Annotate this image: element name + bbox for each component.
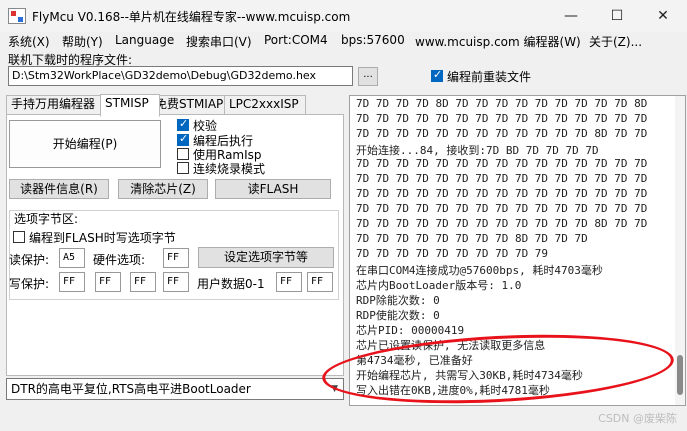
minimize-button[interactable]: — <box>548 0 594 32</box>
hw-option-field[interactable]: FF <box>163 248 189 268</box>
read-protect-field[interactable]: A5 <box>59 248 85 268</box>
file-path-input[interactable]: D:\Stm32WorkPlace\GD32demo\Debug\GD32dem… <box>8 66 353 86</box>
log-line: 在串口COM4连接成功@57600bps, 耗时4703毫秒 <box>356 264 603 277</box>
write-protect-field-4[interactable]: FF <box>163 272 189 292</box>
log-line: 7D 7D 7D 7D 7D 7D 7D 7D 7D 7D 7D 7D 7D 7… <box>356 112 648 125</box>
continuous-checkbox[interactable] <box>177 162 189 174</box>
menu-programmer[interactable]: www.mcuisp.com 编程器(W) <box>415 33 581 50</box>
tab-strip: 手持万用编程器 STMISP 免费STMIAP LPC2xxxISP <box>6 94 344 117</box>
log-line: 7D 7D 7D 7D 7D 7D 7D 7D 8D 7D 7D 7D <box>356 232 588 245</box>
log-line: 7D 7D 7D 7D 7D 7D 7D 7D 7D 7D 7D 7D 7D 7… <box>356 157 648 170</box>
tab-free-stmiap[interactable]: 免费STMIAP <box>150 95 234 116</box>
set-option-bytes-button[interactable]: 设定选项字节等 <box>198 247 334 268</box>
menu-about[interactable]: 关于(Z)... <box>589 33 642 50</box>
hw-option-label: 硬件选项: <box>93 253 146 267</box>
run-after-checkbox[interactable] <box>177 132 189 146</box>
maximize-button[interactable]: ☐ <box>594 0 640 32</box>
window-title: FlyMcu V0.168--单片机在线编程专家--www.mcuisp.com <box>32 10 351 24</box>
reset-mode-select[interactable]: DTR的高电平复位,RTS高电平进BootLoader ▼ <box>6 378 344 400</box>
reset-mode-value: DTR的高电平复位,RTS高电平进BootLoader <box>11 382 251 396</box>
menu-search-port[interactable]: 搜索串口(V) <box>186 33 252 50</box>
watermark: CSDN @废柴陈 <box>598 412 677 425</box>
tab-handheld-programmer[interactable]: 手持万用编程器 <box>6 95 110 116</box>
ramisp-checkbox[interactable] <box>177 148 189 160</box>
read-info-button[interactable]: 读器件信息(R) <box>9 179 109 199</box>
menu-bar: 系统(X) 帮助(Y) Language 搜索串口(V) Port:COM4 b… <box>0 32 687 50</box>
verify-checkbox[interactable] <box>177 117 189 131</box>
user-data-field-0[interactable]: FF <box>276 272 302 292</box>
write-protect-label: 写保护: <box>9 277 50 291</box>
continuous-label: 连续烧录模式 <box>193 162 266 176</box>
status-bar <box>0 407 687 431</box>
write-protect-field-3[interactable]: FF <box>130 272 156 292</box>
menu-system[interactable]: 系统(X) <box>8 33 50 50</box>
log-line: 7D 7D 7D 7D 7D 7D 7D 7D 7D 7D 7D 7D 7D 7… <box>356 202 648 215</box>
log-line: 7D 7D 7D 7D 7D 7D 7D 7D 7D 7D 7D 7D 8D 7… <box>356 127 648 140</box>
read-protect-label: 读保护: <box>9 253 50 267</box>
start-program-button[interactable]: 开始编程(P) <box>9 120 161 168</box>
menu-bps[interactable]: bps:57600 <box>341 33 405 47</box>
log-line: 7D 7D 7D 7D 7D 7D 7D 7D 7D 7D 7D 7D 8D 7… <box>356 217 648 230</box>
log-line: 开始连接...84, 接收到:7D BD 7D 7D 7D 7D <box>356 144 599 157</box>
user-data-field-1[interactable]: FF <box>307 272 333 292</box>
log-line: 芯片内BootLoader版本号: 1.0 <box>356 279 522 292</box>
log-line: 7D 7D 7D 7D 7D 7D 7D 7D 7D 7D 7D 7D 7D 7… <box>356 172 648 185</box>
read-flash-button[interactable]: 读FLASH <box>215 179 331 199</box>
log-scroll-thumb[interactable] <box>677 355 683 395</box>
option-bytes-label: 选项字节区: <box>14 212 79 226</box>
close-button[interactable]: ✕ <box>640 0 686 32</box>
menu-port[interactable]: Port:COM4 <box>264 33 328 47</box>
log-line: 芯片PID: 00000419 <box>356 324 465 337</box>
tab-lpc2xxxisp[interactable]: LPC2xxxISP <box>224 95 306 116</box>
write-protect-field-1[interactable]: FF <box>59 272 85 292</box>
write-option-bytes-checkbox[interactable] <box>13 231 25 243</box>
reload-label: 编程前重装文件 <box>447 70 532 84</box>
write-option-bytes-label: 编程到FLASH时写选项字节 <box>29 231 176 245</box>
tab-stmisp[interactable]: STMISP <box>100 94 160 117</box>
erase-chip-button[interactable]: 清除芯片(Z) <box>118 179 208 199</box>
menu-language[interactable]: Language <box>115 33 174 47</box>
menu-help[interactable]: 帮助(Y) <box>62 33 103 50</box>
write-protect-field-2[interactable]: FF <box>95 272 121 292</box>
user-data-label: 用户数据0-1 <box>197 277 265 291</box>
log-line: 7D 7D 7D 7D 8D 7D 7D 7D 7D 7D 7D 7D 7D 7… <box>356 97 648 110</box>
log-line: 7D 7D 7D 7D 7D 7D 7D 7D 7D 79 <box>356 247 549 260</box>
log-line: RDP除能次数: 0 <box>356 294 440 307</box>
log-line: 7D 7D 7D 7D 7D 7D 7D 7D 7D 7D 7D 7D 7D 7… <box>356 187 648 200</box>
reload-checkbox[interactable] <box>431 68 443 82</box>
browse-button[interactable]: ... <box>358 67 378 86</box>
app-icon <box>8 8 26 24</box>
log-line: RDP使能次数: 0 <box>356 309 440 322</box>
